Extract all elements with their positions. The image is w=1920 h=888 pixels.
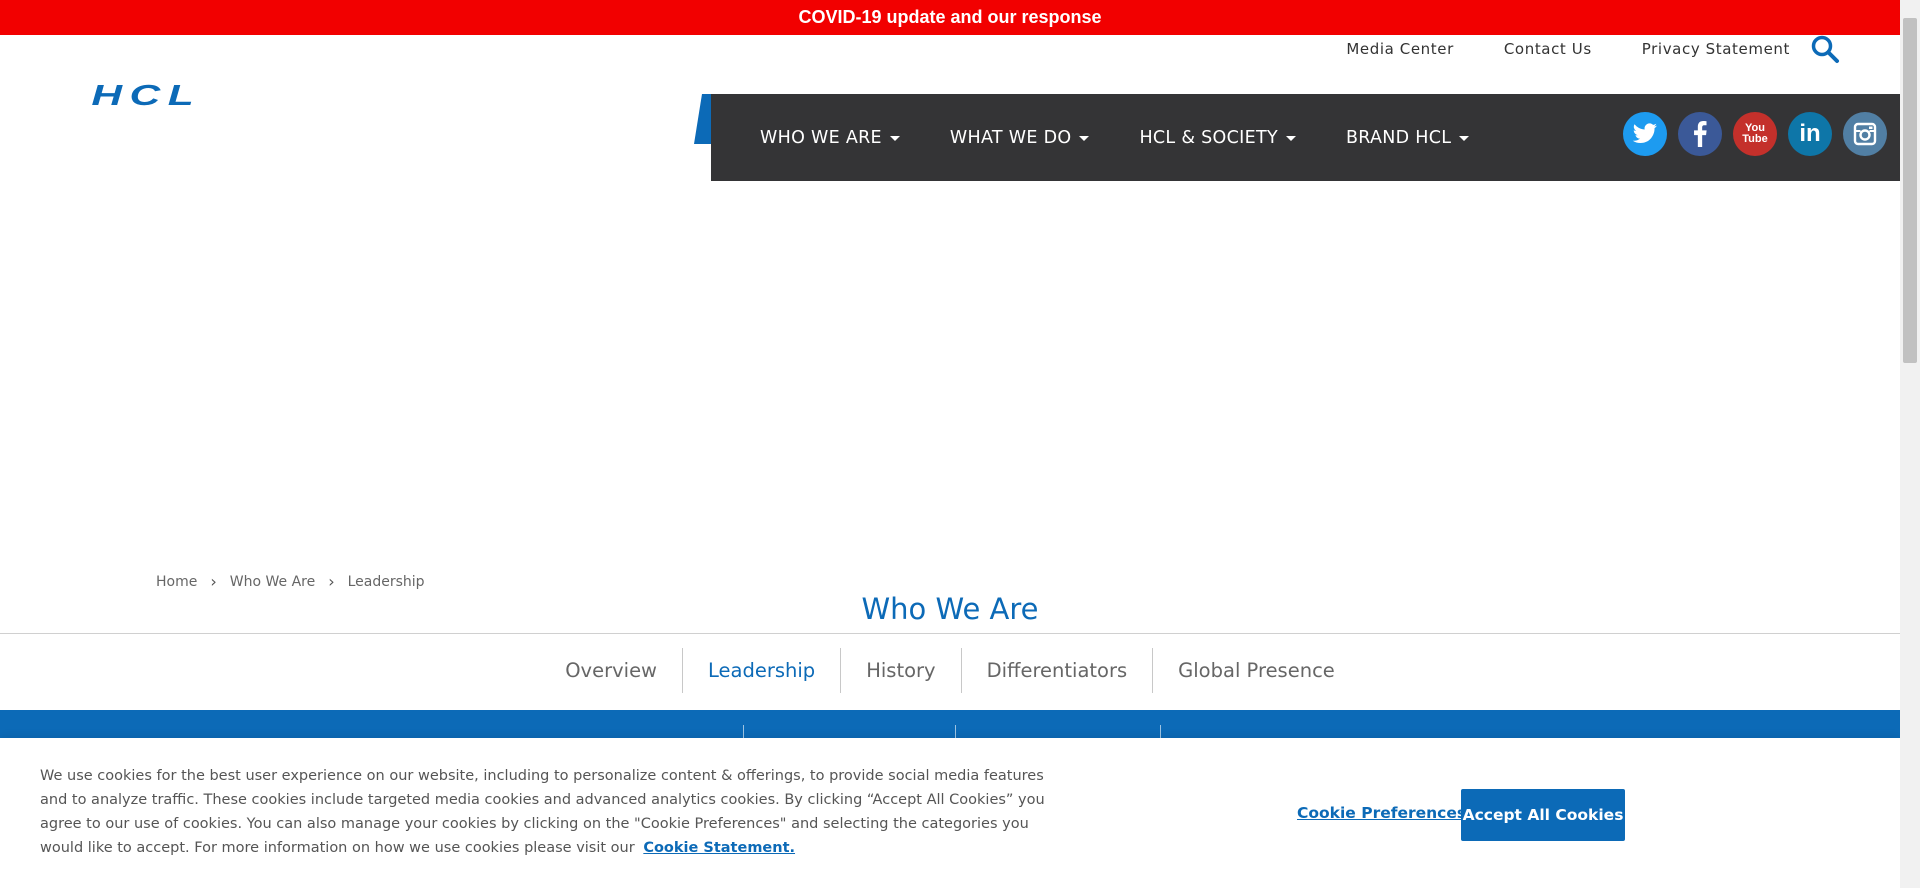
covid-banner-text[interactable]: COVID-19 update and our response <box>798 7 1101 28</box>
caret-down-icon <box>1285 136 1296 141</box>
tab-leadership[interactable]: Leadership <box>683 648 842 693</box>
tab-global-presence[interactable]: Global Presence <box>1153 648 1360 693</box>
youtube-text-tube: Tube <box>1742 133 1768 145</box>
nav-brand-hcl-label: BRAND HCL <box>1345 127 1452 148</box>
cookie-preferences-link[interactable]: Cookie Preferences <box>1297 804 1466 822</box>
breadcrumb-home[interactable]: Home <box>156 574 197 590</box>
scrollbar-thumb[interactable] <box>1903 18 1917 363</box>
linkedin-icon[interactable]: in <box>1788 112 1832 156</box>
tab-differentiators[interactable]: Differentiators <box>962 648 1154 693</box>
search-icon[interactable] <box>1810 34 1840 64</box>
cookie-banner: We use cookies for the best user experie… <box>0 738 1900 888</box>
caret-down-icon <box>889 136 900 141</box>
breadcrumb-leadership: Leadership <box>347 573 425 590</box>
covid-banner[interactable]: COVID-19 update and our response <box>0 0 1900 35</box>
tab-overview[interactable]: Overview <box>540 648 684 693</box>
cookie-message-text: We use cookies for the best user experie… <box>40 768 1045 856</box>
section-tabs: Overview Leadership History Differentiat… <box>0 648 1900 693</box>
youtube-icon[interactable]: You Tube <box>1733 112 1777 156</box>
caret-down-icon <box>1079 136 1090 141</box>
utility-link-contact-us[interactable]: Contact Us <box>1504 40 1592 58</box>
facebook-icon[interactable] <box>1678 112 1722 156</box>
nav-who-we-are-label: WHO WE ARE <box>760 127 882 148</box>
breadcrumb: Home › Who We Are › Leadership <box>156 572 425 591</box>
logo-text: HCL <box>91 79 201 110</box>
breadcrumb-who-we-are[interactable]: Who We Are <box>230 574 315 590</box>
cookie-statement-link[interactable]: Cookie Statement. <box>643 840 795 856</box>
nav-brand-hcl[interactable]: BRAND HCL <box>1345 127 1470 148</box>
page: COVID-19 update and our response Media C… <box>0 0 1920 888</box>
utility-link-privacy-statement[interactable]: Privacy Statement <box>1642 40 1790 58</box>
instagram-icon[interactable] <box>1843 112 1887 156</box>
twitter-icon[interactable] <box>1623 112 1667 156</box>
hcl-logo[interactable]: HCL <box>60 78 232 110</box>
nav-what-we-do[interactable]: WHAT WE DO <box>950 128 1090 148</box>
chevron-right-icon: › <box>328 572 335 591</box>
tab-history[interactable]: History <box>841 648 962 693</box>
nav-hcl-society[interactable]: HCL & SOCIETY <box>1139 128 1296 148</box>
scrollbar[interactable] <box>1900 0 1920 888</box>
nav-what-we-do-label: WHAT WE DO <box>949 127 1072 148</box>
cookie-message: We use cookies for the best user experie… <box>40 764 1050 860</box>
utility-link-media-center[interactable]: Media Center <box>1346 40 1454 58</box>
section-title: Who We Are <box>861 592 1039 626</box>
linkedin-text: in <box>1799 120 1821 147</box>
caret-down-icon <box>1459 136 1470 141</box>
social-links: You Tube in <box>1623 112 1887 156</box>
accept-all-cookies-button[interactable]: Accept All Cookies <box>1461 789 1625 841</box>
utility-nav: Media Center Contact Us Privacy Statemen… <box>1346 40 1790 58</box>
nav-who-we-are[interactable]: WHO WE ARE <box>760 128 900 148</box>
nav-hcl-society-label: HCL & SOCIETY <box>1139 127 1278 148</box>
chevron-right-icon: › <box>210 572 217 591</box>
divider <box>0 633 1900 634</box>
